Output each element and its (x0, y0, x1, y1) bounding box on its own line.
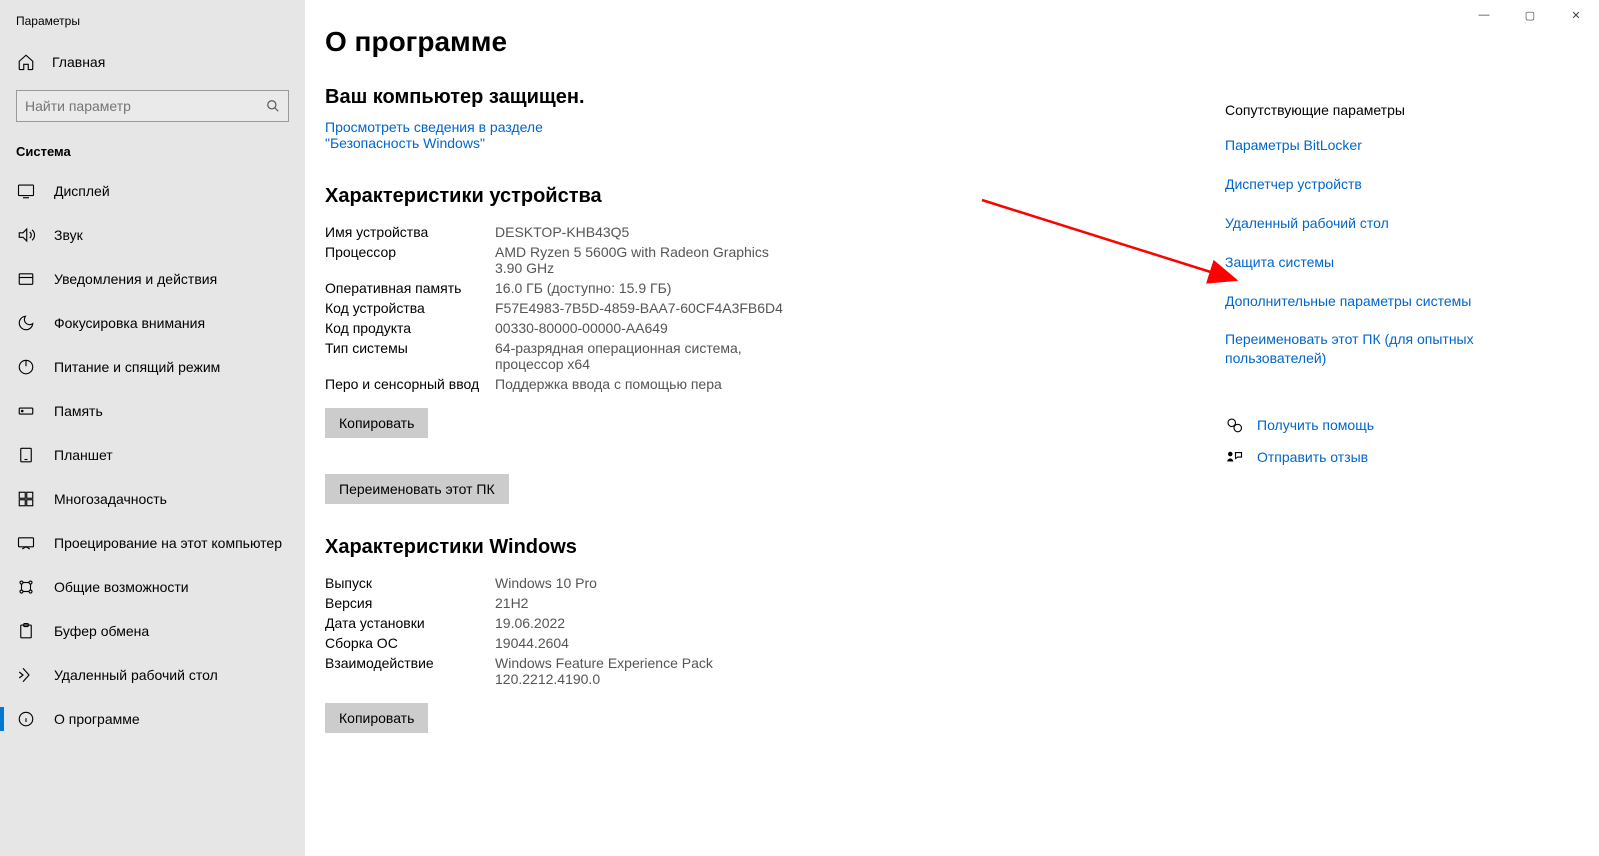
sidebar-item-multitasking[interactable]: Многозадачность (0, 477, 305, 521)
clipboard-icon (16, 621, 36, 641)
spec-row: Код продукта00330-80000-00000-AA649 (325, 318, 1225, 338)
sidebar-item-storage[interactable]: Память (0, 389, 305, 433)
sidebar-item-label: Удаленный рабочий стол (54, 667, 218, 683)
get-help-label: Получить помощь (1257, 417, 1374, 433)
spec-row: Тип системы64-разрядная операционная сис… (325, 338, 1225, 374)
sidebar-item-focus[interactable]: Фокусировка внимания (0, 301, 305, 345)
spec-row: ПроцессорAMD Ryzen 5 5600G with Radeon G… (325, 242, 1225, 278)
related-heading: Сопутствующие параметры (1225, 102, 1537, 118)
device-spec-table: Имя устройстваDESKTOP-KHB43Q5 ПроцессорA… (325, 222, 1225, 394)
search-icon (266, 99, 280, 113)
link-system-protection[interactable]: Защита системы (1225, 253, 1537, 272)
display-icon (16, 181, 36, 201)
page-title: О программе (325, 26, 1225, 58)
home-icon (16, 52, 36, 72)
get-help-link[interactable]: Получить помощь (1225, 416, 1537, 434)
sidebar-item-power[interactable]: Питание и спящий режим (0, 345, 305, 389)
windows-spec-heading: Характеристики Windows (325, 536, 1225, 559)
search-input[interactable] (25, 98, 266, 114)
projecting-icon (16, 533, 36, 553)
notification-icon (16, 269, 36, 289)
sidebar-item-label: Питание и спящий режим (54, 359, 220, 375)
spec-row: ВзаимодействиеWindows Feature Experience… (325, 653, 1225, 689)
sidebar-item-label: Проецирование на этот компьютер (54, 535, 282, 551)
minimize-button[interactable]: — (1461, 0, 1507, 30)
spec-row: Перо и сенсорный вводПоддержка ввода с п… (325, 374, 1225, 394)
right-panel: Сопутствующие параметры Параметры BitLoc… (1225, 0, 1565, 856)
remote-icon (16, 665, 36, 685)
spec-row: Сборка ОС19044.2604 (325, 633, 1225, 653)
content: О программе Ваш компьютер защищен. Просм… (305, 0, 1225, 856)
tablet-icon (16, 445, 36, 465)
sidebar-item-projecting[interactable]: Проецирование на этот компьютер (0, 521, 305, 565)
multitasking-icon (16, 489, 36, 509)
sidebar-item-notifications[interactable]: Уведомления и действия (0, 257, 305, 301)
sidebar-item-label: Планшет (54, 447, 113, 463)
sidebar-item-label: Многозадачность (54, 491, 167, 507)
device-spec-heading: Характеристики устройства (325, 185, 1225, 208)
sidebar: Параметры Главная Система Дисплей Звук У… (0, 0, 305, 856)
power-icon (16, 357, 36, 377)
windows-spec-table: ВыпускWindows 10 Pro Версия21H2 Дата уст… (325, 573, 1225, 689)
maximize-button[interactable]: ▢ (1507, 0, 1553, 30)
sidebar-item-remote[interactable]: Удаленный рабочий стол (0, 653, 305, 697)
link-rename-advanced[interactable]: Переименовать этот ПК (для опытных польз… (1225, 330, 1537, 368)
protected-text: Ваш компьютер защищен. (325, 86, 1225, 109)
spec-row: ВыпускWindows 10 Pro (325, 573, 1225, 593)
storage-icon (16, 401, 36, 421)
copy-device-button[interactable]: Копировать (325, 408, 428, 438)
sidebar-item-label: Звук (54, 227, 83, 243)
rename-button[interactable]: Переименовать этот ПК (325, 474, 509, 504)
link-device-manager[interactable]: Диспетчер устройств (1225, 175, 1537, 194)
sidebar-item-label: Буфер обмена (54, 623, 149, 639)
sidebar-item-label: Уведомления и действия (54, 271, 217, 287)
shared-icon (16, 577, 36, 597)
link-remote-desktop[interactable]: Удаленный рабочий стол (1225, 214, 1537, 233)
spec-row: Версия21H2 (325, 593, 1225, 613)
sidebar-item-shared[interactable]: Общие возможности (0, 565, 305, 609)
copy-windows-button[interactable]: Копировать (325, 703, 428, 733)
close-button[interactable]: ✕ (1553, 0, 1599, 30)
spec-row: Дата установки19.06.2022 (325, 613, 1225, 633)
sidebar-item-label: О программе (54, 711, 140, 727)
sidebar-item-display[interactable]: Дисплей (0, 169, 305, 213)
sidebar-item-label: Память (54, 403, 103, 419)
sidebar-item-clipboard[interactable]: Буфер обмена (0, 609, 305, 653)
home-button[interactable]: Главная (0, 42, 305, 82)
focus-icon (16, 313, 36, 333)
window-title: Параметры (0, 0, 305, 42)
home-label: Главная (52, 54, 105, 70)
spec-row: Оперативная память16.0 ГБ (доступно: 15.… (325, 278, 1225, 298)
link-bitlocker[interactable]: Параметры BitLocker (1225, 136, 1537, 155)
help-icon (1225, 416, 1243, 434)
sidebar-item-about[interactable]: О программе (0, 697, 305, 741)
sidebar-item-label: Дисплей (54, 183, 110, 199)
section-header: Система (0, 134, 305, 169)
sidebar-item-tablet[interactable]: Планшет (0, 433, 305, 477)
feedback-link[interactable]: Отправить отзыв (1225, 448, 1537, 466)
link-advanced-system[interactable]: Дополнительные параметры системы (1225, 292, 1537, 311)
sound-icon (16, 225, 36, 245)
search-input-wrapper[interactable] (16, 90, 289, 122)
window-controls: — ▢ ✕ (1461, 0, 1599, 30)
security-link[interactable]: Просмотреть сведения в разделе "Безопасн… (325, 119, 625, 151)
main-area: О программе Ваш компьютер защищен. Просм… (305, 0, 1599, 856)
sidebar-item-sound[interactable]: Звук (0, 213, 305, 257)
feedback-label: Отправить отзыв (1257, 449, 1368, 465)
spec-row: Код устройстваF57E4983-7B5D-4859-BAA7-60… (325, 298, 1225, 318)
info-icon (16, 709, 36, 729)
spec-row: Имя устройстваDESKTOP-KHB43Q5 (325, 222, 1225, 242)
sidebar-item-label: Общие возможности (54, 579, 189, 595)
feedback-icon (1225, 448, 1243, 466)
sidebar-item-label: Фокусировка внимания (54, 315, 205, 331)
